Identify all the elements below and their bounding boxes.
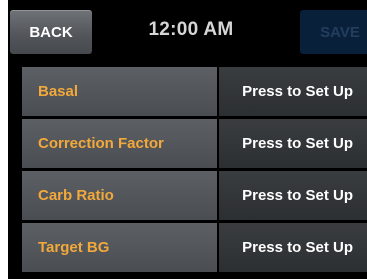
back-button[interactable]: BACK [10, 10, 92, 54]
top-bar: BACK 12:00 AM SAVE [8, 0, 367, 62]
settings-row-basal[interactable]: Basal Press to Set Up [22, 67, 367, 116]
row-value[interactable]: Press to Set Up [219, 223, 367, 272]
row-label: Basal [22, 67, 217, 116]
pump-settings-screen: BACK 12:00 AM SAVE Basal Press to Set Up… [8, 0, 367, 279]
settings-row-carb-ratio[interactable]: Carb Ratio Press to Set Up [22, 171, 367, 220]
row-value[interactable]: Press to Set Up [219, 171, 367, 220]
settings-list: Basal Press to Set Up Correction Factor … [22, 67, 367, 275]
settings-row-target-bg[interactable]: Target BG Press to Set Up [22, 223, 367, 272]
row-label: Correction Factor [22, 119, 217, 168]
settings-row-correction-factor[interactable]: Correction Factor Press to Set Up [22, 119, 367, 168]
save-button[interactable]: SAVE [300, 10, 367, 54]
clock-time: 12:00 AM [148, 19, 234, 40]
row-value[interactable]: Press to Set Up [219, 67, 367, 116]
row-label: Carb Ratio [22, 171, 217, 220]
row-label: Target BG [22, 223, 217, 272]
row-value[interactable]: Press to Set Up [219, 119, 367, 168]
